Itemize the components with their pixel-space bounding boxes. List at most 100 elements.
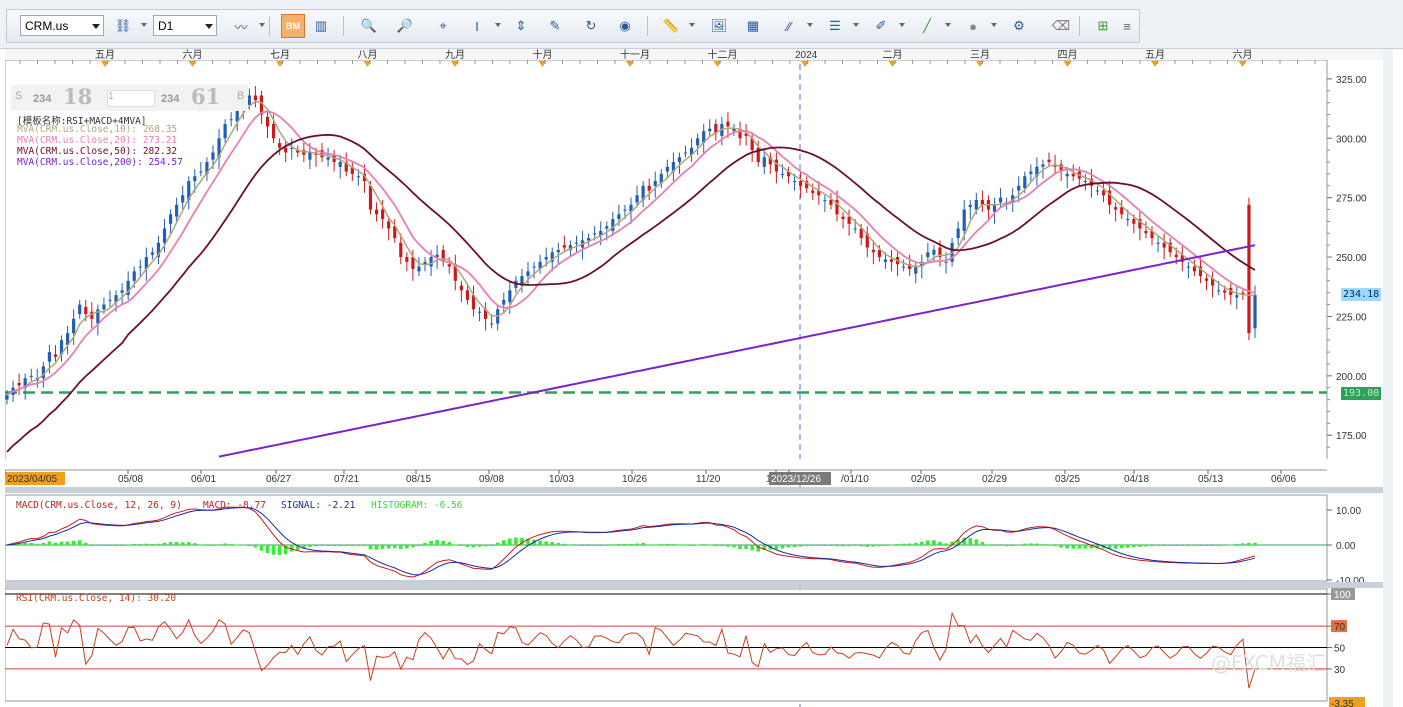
sell-label: S (15, 90, 23, 102)
lot-input[interactable]: 1 (107, 90, 155, 107)
circle-icon[interactable]: ● (961, 14, 985, 38)
timeframe-select[interactable]: D1 (153, 15, 217, 36)
crosshair-icon[interactable]: ⌖ (431, 14, 455, 38)
candle-body (1162, 242, 1166, 248)
toolbar-strip: CRM.us ⛓ D1 〰 BM ▥ 🔍 🔎 ⌖ I ⇕ ✎ ↻ ◉ 📏 🖼 ▦… (6, 9, 1140, 43)
link-icon[interactable]: ⛓ (111, 14, 135, 38)
line-icon[interactable]: ╱ (915, 14, 939, 38)
zoom-in-icon[interactable]: 🔍 (357, 14, 381, 38)
x-date-label: 05/13 (1198, 474, 1223, 485)
histogram-bar (495, 542, 500, 545)
candle-body (677, 157, 682, 163)
candle-body (914, 266, 918, 274)
tree-icon[interactable]: ⊞ (1091, 14, 1115, 38)
pen-icon[interactable]: ✐ (869, 14, 893, 38)
menu-icon[interactable]: ☰ (823, 14, 847, 38)
histogram-bar (586, 545, 591, 546)
histogram-bar (786, 545, 791, 548)
candle-body (47, 352, 52, 362)
histogram-bar (835, 545, 839, 547)
histogram-bar (683, 544, 688, 546)
histogram-bar (998, 545, 1003, 546)
candle-body (162, 228, 167, 243)
candle-body (1156, 242, 1160, 244)
right-scroll-strip (1383, 49, 1393, 707)
candle-body (1192, 266, 1197, 272)
bar-mode-button[interactable]: BM (281, 14, 305, 38)
y-tick-label: 325.00 (1336, 75, 1367, 86)
lines-icon[interactable]: ⁄⁄ (777, 14, 801, 38)
histogram-bar (810, 545, 815, 546)
histogram-bar (96, 545, 100, 546)
template-icon[interactable]: ▦ (741, 14, 765, 38)
month-label: 七月 (270, 49, 290, 61)
candle-body (338, 162, 342, 167)
candle-body (556, 249, 560, 253)
histogram-bar (1144, 545, 1148, 547)
eraser-icon[interactable]: ⌫ (1049, 14, 1073, 38)
price-panel-frame (5, 59, 1328, 469)
histogram-bar (356, 545, 361, 547)
month-label: 六月 (1233, 49, 1253, 61)
candle-body (617, 214, 621, 220)
candle-body (574, 242, 579, 244)
candle-body (387, 221, 391, 229)
candle-body (405, 257, 409, 262)
symbol-select[interactable]: CRM.us (20, 15, 104, 36)
candle-body (138, 266, 142, 268)
histogram-bar (1228, 544, 1233, 546)
histogram-bar (398, 545, 403, 550)
histogram-bar (247, 545, 252, 546)
candle-body (465, 290, 470, 300)
x-date-label: 08/15 (406, 474, 431, 485)
ruler-icon[interactable]: 📏 (659, 14, 683, 38)
candlestick-icon[interactable]: ▥ (309, 14, 333, 38)
x-date-label: 2023/04/05 (7, 474, 57, 485)
histogram-bar (1053, 545, 1057, 547)
sell-price-big: 18 (63, 84, 93, 109)
cursor-date-label: 2023/12/26 (771, 474, 821, 485)
more-icon[interactable]: ≡ (1119, 14, 1135, 38)
globe-icon[interactable]: ◉ (613, 14, 637, 38)
zoom-out-icon[interactable]: 🔎 (393, 14, 417, 38)
candle-body (223, 124, 227, 139)
candle-body (811, 190, 815, 193)
histogram-bar (150, 543, 155, 545)
edit-icon[interactable]: ✎ (543, 14, 567, 38)
image-icon[interactable]: 🖼 (707, 14, 731, 38)
histogram-bar (883, 545, 888, 546)
histogram-value: HISTOGRAM: -6.56 (371, 500, 463, 511)
properties-icon[interactable]: ⇕ (509, 14, 533, 38)
histogram-bar (386, 545, 391, 549)
candle-body (944, 261, 948, 263)
chart-type-icon[interactable]: 〰 (229, 14, 253, 38)
buy-label: B (237, 90, 245, 102)
candle-body (1017, 185, 1021, 191)
histogram-bar (847, 545, 851, 547)
candle-body (356, 176, 360, 178)
refresh-icon[interactable]: ↻ (579, 14, 603, 38)
indicator-icon[interactable]: I (465, 14, 489, 38)
histogram-bar (1198, 545, 1203, 546)
chart-svg[interactable]: 五月 六月 七月 八月 九月 十月 十一月 十二月 2024 二月 三月 四月 五月 六月 175.00 20… (5, 49, 1393, 707)
histogram-bar (368, 545, 373, 550)
histogram-bar (241, 544, 246, 546)
candle-body (1132, 219, 1136, 224)
candle-body (1065, 173, 1069, 177)
last-price-tag: 234.18 (1341, 288, 1382, 301)
histogram-bar (1162, 545, 1166, 546)
lot-value: 1 (108, 91, 114, 102)
alert-icon[interactable]: ⚙ (1007, 14, 1031, 38)
histogram-bar (71, 540, 76, 545)
mva-label: MVA(CRM.us.Close,200): 254.57 (17, 157, 183, 168)
histogram-bar (477, 545, 482, 547)
toolbar: CRM.us ⛓ D1 〰 BM ▥ 🔍 🔎 ⌖ I ⇕ ✎ ↻ ◉ 📏 🖼 ▦… (0, 0, 1403, 49)
histogram-bar (1010, 545, 1015, 546)
histogram-bar (1059, 545, 1063, 548)
candle-body (623, 209, 627, 211)
candle-body (708, 128, 712, 132)
candle-body (871, 249, 875, 253)
rsi-y-label: 50 (1334, 644, 1346, 655)
buy-price-small: 234 (161, 93, 180, 105)
mva-label: MVA(CRM.us.Close,10): 268.35 (17, 124, 178, 135)
